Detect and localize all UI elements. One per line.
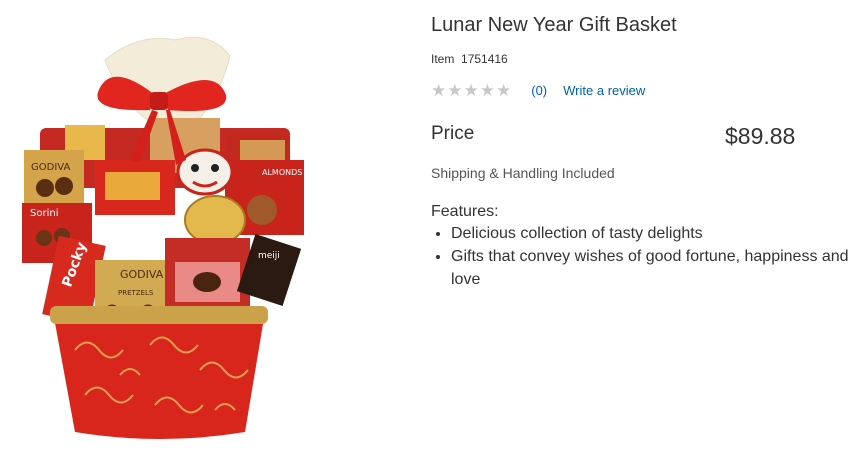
meiji-label: meiji bbox=[258, 251, 280, 261]
pretzels-label: PRETZELS bbox=[118, 289, 154, 297]
price-value: $89.88 bbox=[725, 123, 796, 149]
star-icon: ★ bbox=[463, 80, 479, 100]
rating-row: ★ ★ ★ ★ ★ (0) Write a review bbox=[431, 80, 645, 100]
gift-basket-illustration: GODIVA Sorini ALMONDS AMANDES Pocky GODI… bbox=[22, 36, 345, 439]
star-icon: ★ bbox=[479, 80, 495, 100]
item-number-value: 1751416 bbox=[461, 52, 508, 66]
star-icon: ★ bbox=[431, 80, 447, 100]
feature-item: Gifts that convey wishes of good fortune… bbox=[451, 245, 866, 291]
sorini-label: Sorini bbox=[30, 208, 58, 219]
product-title: Lunar New Year Gift Basket bbox=[431, 14, 677, 36]
godiva-label-1: GODIVA bbox=[31, 162, 70, 173]
almonds-label: ALMONDS AMANDES bbox=[262, 168, 345, 177]
write-review-link[interactable]: Write a review bbox=[563, 83, 645, 98]
feature-item: Delicious collection of tasty delights bbox=[451, 222, 866, 245]
price-label: Price bbox=[431, 123, 475, 144]
features-list: Delicious collection of tasty delights G… bbox=[431, 222, 866, 291]
features-heading: Features: bbox=[431, 203, 499, 220]
star-icon: ★ bbox=[447, 80, 463, 100]
godiva-label-2: GODIVA bbox=[120, 268, 164, 281]
shipping-note: Shipping & Handling Included bbox=[431, 165, 615, 181]
star-icon: ★ bbox=[496, 80, 512, 100]
star-rating[interactable]: ★ ★ ★ ★ ★ bbox=[431, 82, 511, 99]
review-count-link[interactable]: (0) bbox=[531, 83, 547, 98]
item-label: Item bbox=[431, 52, 455, 66]
item-number: Item 1751416 bbox=[431, 52, 508, 66]
product-image[interactable]: GODIVA Sorini ALMONDS AMANDES Pocky GODI… bbox=[0, 0, 385, 458]
